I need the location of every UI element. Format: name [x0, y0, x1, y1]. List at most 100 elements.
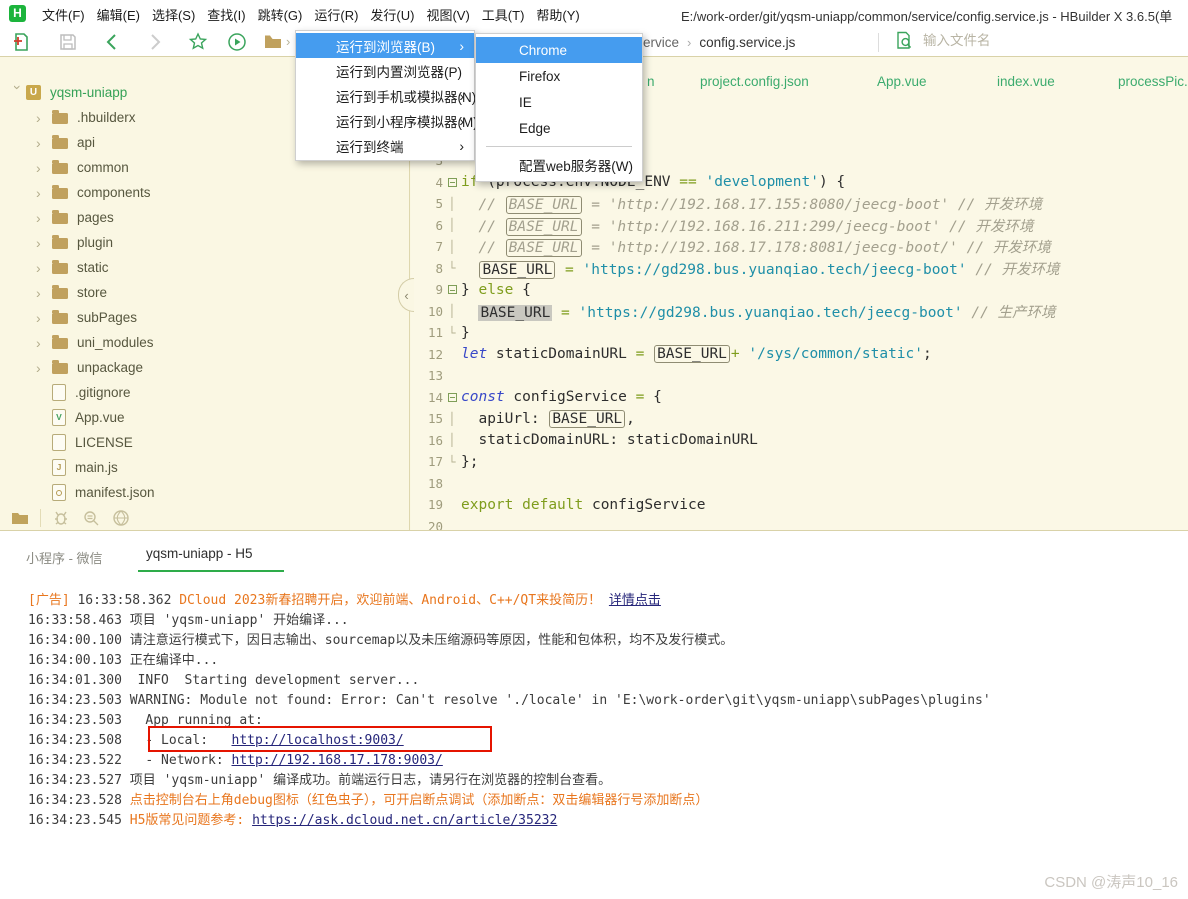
editor-tab-1[interactable]: project.config.json [700, 74, 809, 89]
browser-item-chrome[interactable]: Chrome [476, 37, 642, 63]
tree-item-uni_modules[interactable]: ›uni_modules [0, 330, 409, 355]
log-text: 点击控制台右上角debug图标（红色虫子），可开启断点调试（添加断点：双击编辑器… [130, 793, 709, 808]
code-text: } else { [461, 282, 1188, 298]
search-input[interactable] [921, 32, 1165, 49]
chevron-right-icon[interactable]: › [36, 185, 52, 201]
debug-bug-icon[interactable] [51, 508, 71, 528]
chevron-right-icon[interactable]: › [36, 335, 52, 351]
chevron-down-icon[interactable]: › [10, 85, 26, 101]
tree-item-components[interactable]: ›components [0, 180, 409, 205]
chevron-right-icon[interactable]: › [36, 285, 52, 301]
fold-guide: │ [443, 197, 461, 211]
tree-item-manifest.json[interactable]: manifest.json [0, 480, 409, 505]
tree-item-LICENSE[interactable]: LICENSE [0, 430, 409, 455]
back-icon[interactable] [102, 32, 122, 52]
log-text: DCloud 2023新春招聘开启，欢迎前端、Android、C++/QT来投简… [179, 593, 609, 608]
fold-guide: └ [443, 326, 461, 340]
chevron-right-icon[interactable]: › [36, 210, 52, 226]
tree-item-label: plugin [77, 235, 113, 250]
tree-item-label: common [77, 160, 129, 175]
new-file-icon[interactable] [12, 32, 32, 52]
save-icon[interactable] [58, 32, 78, 52]
tree-item-subPages[interactable]: ›subPages [0, 305, 409, 330]
breadcrumb-item-service[interactable]: ervice [643, 35, 679, 50]
browser-item-firefox[interactable]: Firefox [476, 63, 642, 89]
console-tab-weixin[interactable]: 小程序 - 微信 [26, 548, 103, 567]
chevron-right-icon[interactable]: › [36, 360, 52, 376]
menubar-item-4[interactable]: 跳转(G) [252, 5, 309, 24]
log-link[interactable]: https://ask.dcloud.net.cn/article/35232 [252, 813, 557, 828]
editor-tab-2[interactable]: App.vue [877, 74, 927, 89]
browser-item-ie[interactable]: IE [476, 89, 642, 115]
editor-tab-3[interactable]: index.vue [997, 74, 1055, 89]
run-menu-item-3[interactable]: 运行到小程序模拟器(M)› [296, 108, 474, 133]
forward-icon[interactable] [145, 32, 165, 52]
fold-guide: │ [443, 304, 461, 318]
chevron-right-icon[interactable]: › [36, 110, 52, 126]
editor-tab-4[interactable]: processPic.h [1118, 74, 1188, 89]
line-number: 11 [411, 325, 443, 340]
submenu-separator [486, 146, 632, 147]
log-link[interactable]: 详情点击 [609, 593, 661, 608]
open-folder-icon[interactable] [263, 32, 283, 52]
tree-item-.gitignore[interactable]: .gitignore [0, 380, 409, 405]
chevron-right-icon[interactable]: › [36, 160, 52, 176]
fold-minus-icon[interactable] [448, 393, 457, 402]
menu-item-label: Chrome [519, 43, 567, 58]
menubar-item-9[interactable]: 帮助(Y) [530, 5, 585, 24]
submenu-arrow-icon: › [459, 113, 464, 129]
menubar-item-0[interactable]: 文件(F) [36, 5, 91, 24]
menubar-item-3[interactable]: 查找(I) [201, 5, 251, 24]
chevron-right-icon[interactable]: › [36, 135, 52, 151]
log-text: 16:34:00.103 [28, 653, 130, 668]
run-menu-item-1[interactable]: 运行到内置浏览器(P) [296, 58, 474, 83]
tree-item-pages[interactable]: ›pages [0, 205, 409, 230]
menubar-item-1[interactable]: 编辑(E) [91, 5, 146, 24]
web-globe-icon[interactable] [111, 508, 131, 528]
files-panel-icon[interactable] [10, 508, 30, 528]
json-file-icon [52, 484, 66, 501]
editor-tab-0[interactable]: n [647, 74, 655, 89]
menubar-item-2[interactable]: 选择(S) [146, 5, 201, 24]
fold-toggle-icon[interactable] [443, 285, 461, 294]
folder-icon [52, 313, 68, 324]
breadcrumb-item-file[interactable]: config.service.js [699, 35, 795, 50]
menubar-item-5[interactable]: 运行(R) [308, 5, 364, 24]
chevron-right-icon[interactable]: › [36, 235, 52, 251]
line-number: 18 [411, 476, 443, 491]
explorer-bottom-bar [0, 505, 409, 530]
code-line-10: 10│ BASE_URL = 'https://gd298.bus.yuanqi… [411, 301, 1188, 323]
fold-minus-icon[interactable] [448, 178, 457, 187]
menubar-item-6[interactable]: 发行(U) [364, 5, 420, 24]
log-text: 16:33:58.362 [77, 593, 179, 608]
search-panel-icon[interactable] [81, 508, 101, 528]
run-menu-item-2[interactable]: 运行到手机或模拟器(N)› [296, 83, 474, 108]
folder-icon [52, 238, 68, 249]
menubar-item-7[interactable]: 视图(V) [420, 5, 475, 24]
fold-toggle-icon[interactable] [443, 178, 461, 187]
star-icon[interactable] [188, 32, 208, 52]
tree-item-plugin[interactable]: › plugin [0, 230, 409, 255]
log-link[interactable]: http://192.168.17.178:9003/ [232, 753, 443, 768]
menu-item-config-web-server[interactable]: 配置web服务器(W) [476, 152, 642, 178]
log-line-1: 16:33:58.463 项目 'yqsm-uniapp' 开始编译... [0, 611, 1188, 631]
run-menu-item-4[interactable]: 运行到终端› [296, 133, 474, 158]
tree-item-unpackage[interactable]: ›unpackage [0, 355, 409, 380]
chevron-right-icon[interactable]: › [36, 310, 52, 326]
browser-item-edge[interactable]: Edge [476, 115, 642, 141]
fold-minus-icon[interactable] [448, 285, 457, 294]
tree-item-main.js[interactable]: Jmain.js [0, 455, 409, 480]
file-file-icon [52, 434, 66, 451]
run-menu-item-0[interactable]: 运行到浏览器(B)› [296, 33, 474, 58]
tree-item-static[interactable]: ›static [0, 255, 409, 280]
tree-item-store[interactable]: ›store [0, 280, 409, 305]
tree-item-label: manifest.json [75, 485, 155, 500]
chevron-right-icon[interactable]: › [36, 260, 52, 276]
tree-item-App.vue[interactable]: VApp.vue [0, 405, 409, 430]
menu-item-label: 运行到手机或模拟器(N) [336, 86, 476, 106]
line-number: 19 [411, 497, 443, 512]
menubar-item-8[interactable]: 工具(T) [476, 5, 531, 24]
fold-toggle-icon[interactable] [443, 393, 461, 402]
run-icon[interactable] [227, 32, 247, 52]
console-tab-h5[interactable]: yqsm-uniapp - H5 [146, 546, 253, 561]
